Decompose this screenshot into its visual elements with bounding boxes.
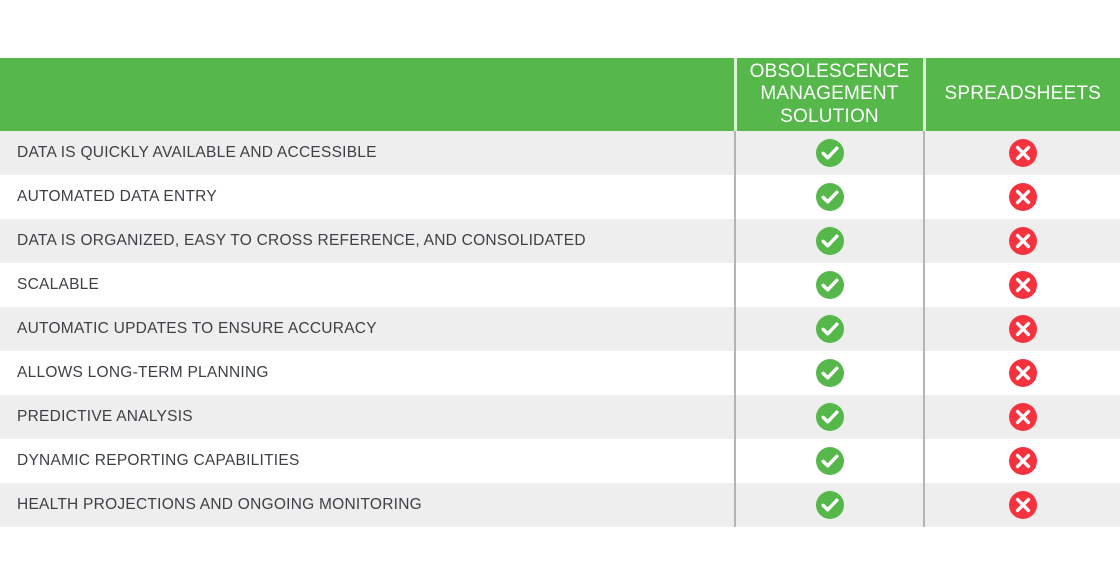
column-header-spreadsheets: SPREADSHEETS bbox=[922, 58, 1120, 131]
status-cell-spreadsheets bbox=[923, 483, 1120, 527]
comparison-table-container: OBSOLESCENCE MANAGEMENT SOLUTION SPREADS… bbox=[0, 58, 1120, 527]
status-cell-spreadsheets bbox=[923, 351, 1120, 395]
table-header: OBSOLESCENCE MANAGEMENT SOLUTION SPREADS… bbox=[0, 58, 1120, 131]
cross-circle-icon bbox=[1008, 358, 1038, 388]
check-circle-icon bbox=[815, 138, 845, 168]
table-row: DATA IS ORGANIZED, EASY TO CROSS REFEREN… bbox=[0, 219, 1120, 263]
check-circle-icon bbox=[815, 490, 845, 520]
status-cell-solution bbox=[734, 483, 924, 527]
feature-label: DYNAMIC REPORTING CAPABILITIES bbox=[17, 452, 300, 469]
status-cell-spreadsheets bbox=[923, 131, 1120, 175]
status-cell-solution bbox=[734, 395, 924, 439]
status-cell-spreadsheets bbox=[923, 219, 1120, 263]
table-row: DYNAMIC REPORTING CAPABILITIES bbox=[0, 439, 1120, 483]
cross-circle-icon bbox=[1008, 182, 1038, 212]
table-row: HEALTH PROJECTIONS AND ONGOING MONITORIN… bbox=[0, 483, 1120, 527]
column-header-line-1: OBSOLESCENCE bbox=[749, 60, 910, 82]
status-cell-solution bbox=[734, 307, 924, 351]
feature-label: AUTOMATIC UPDATES TO ENSURE ACCURACY bbox=[17, 320, 377, 337]
table-row: AUTOMATIC UPDATES TO ENSURE ACCURACY bbox=[0, 307, 1120, 351]
feature-label: AUTOMATED DATA ENTRY bbox=[17, 188, 217, 205]
status-cell-solution bbox=[734, 439, 924, 483]
feature-label: PREDICTIVE ANALYSIS bbox=[17, 408, 193, 425]
column-header-feature bbox=[0, 58, 735, 131]
cross-circle-icon bbox=[1008, 446, 1038, 476]
table-body: DATA IS QUICKLY AVAILABLE AND ACCESSIBLE… bbox=[0, 131, 1120, 527]
status-cell-solution bbox=[734, 351, 924, 395]
feature-comparison-table: OBSOLESCENCE MANAGEMENT SOLUTION SPREADS… bbox=[0, 58, 1120, 527]
column-header-line-1: SPREADSHEETS bbox=[944, 83, 1102, 105]
table-row: ALLOWS LONG-TERM PLANNING bbox=[0, 351, 1120, 395]
status-cell-solution bbox=[734, 263, 924, 307]
status-cell-spreadsheets bbox=[923, 263, 1120, 307]
feature-label: HEALTH PROJECTIONS AND ONGOING MONITORIN… bbox=[17, 496, 422, 513]
table-row: AUTOMATED DATA ENTRY bbox=[0, 175, 1120, 219]
feature-label: ALLOWS LONG-TERM PLANNING bbox=[17, 364, 269, 381]
table-row: DATA IS QUICKLY AVAILABLE AND ACCESSIBLE bbox=[0, 131, 1120, 175]
check-circle-icon bbox=[815, 446, 845, 476]
status-cell-spreadsheets bbox=[923, 439, 1120, 483]
status-cell-spreadsheets bbox=[923, 307, 1120, 351]
cross-circle-icon bbox=[1008, 402, 1038, 432]
table-row: PREDICTIVE ANALYSIS bbox=[0, 395, 1120, 439]
cross-circle-icon bbox=[1008, 270, 1038, 300]
status-cell-solution bbox=[734, 131, 924, 175]
column-header-line-2: MANAGEMENT bbox=[760, 83, 899, 105]
status-cell-spreadsheets bbox=[923, 175, 1120, 219]
header-row: OBSOLESCENCE MANAGEMENT SOLUTION SPREADS… bbox=[0, 58, 1120, 131]
status-cell-spreadsheets bbox=[923, 395, 1120, 439]
check-circle-icon bbox=[815, 402, 845, 432]
status-cell-solution bbox=[734, 175, 924, 219]
feature-label: DATA IS QUICKLY AVAILABLE AND ACCESSIBLE bbox=[17, 144, 377, 161]
status-cell-solution bbox=[734, 219, 924, 263]
feature-label: DATA IS ORGANIZED, EASY TO CROSS REFEREN… bbox=[17, 232, 586, 249]
feature-label: SCALABLE bbox=[17, 276, 100, 293]
check-circle-icon bbox=[815, 314, 845, 344]
cross-circle-icon bbox=[1008, 226, 1038, 256]
cross-circle-icon bbox=[1008, 490, 1038, 520]
check-circle-icon bbox=[815, 358, 845, 388]
check-circle-icon bbox=[815, 182, 845, 212]
cross-circle-icon bbox=[1008, 138, 1038, 168]
column-header-obsolescence-management-solution: OBSOLESCENCE MANAGEMENT SOLUTION bbox=[733, 58, 924, 131]
check-circle-icon bbox=[815, 270, 845, 300]
check-circle-icon bbox=[815, 226, 845, 256]
table-row: SCALABLE bbox=[0, 263, 1120, 307]
column-header-line-3: SOLUTION bbox=[780, 105, 879, 127]
cross-circle-icon bbox=[1008, 314, 1038, 344]
